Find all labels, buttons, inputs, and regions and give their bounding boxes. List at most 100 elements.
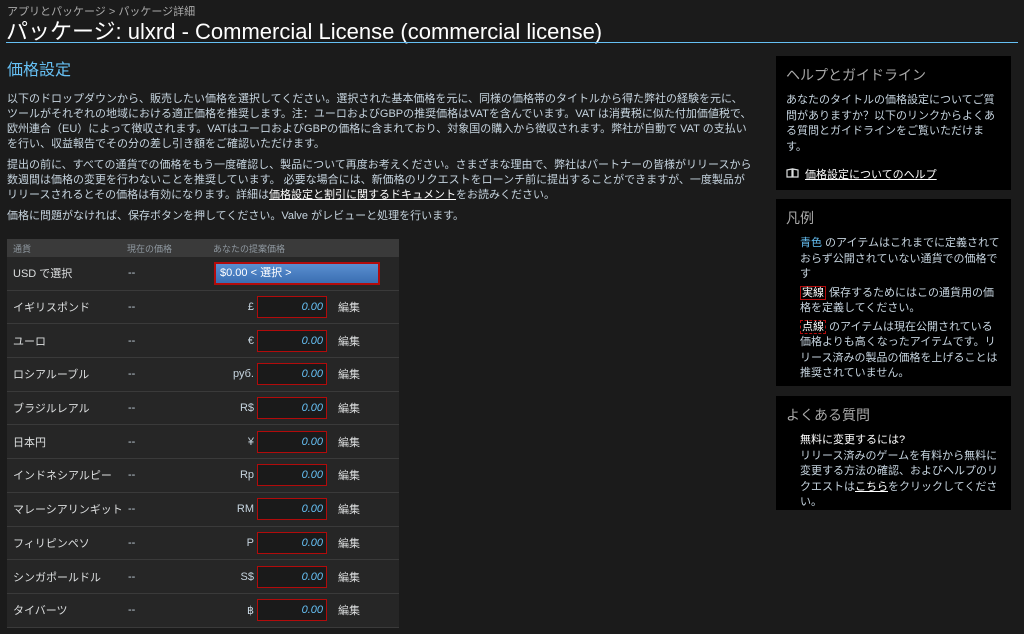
help-box: ヘルプとガイドライン あなたのタイトルの価格設定についてご質問がありますか？以下…: [776, 56, 1011, 190]
currency-symbol: €: [247, 334, 254, 347]
pricing-intro-text: 以下のドロップダウンから、販売したい価格を選択してください。選択された基本価格を…: [7, 93, 752, 150]
pricing-section: 価格設定 以下のドロップダウンから、販売したい価格を選択してください。選択された…: [7, 56, 752, 230]
table-row: イギリスポンド -- £ 編集: [7, 291, 399, 325]
pricing-review-text: 提出の前に、すべての通貨での価格をもう一度確認し、製品について再度お考えください…: [7, 158, 752, 203]
current-price: --: [128, 267, 136, 280]
legend-blue-label: 青色: [800, 237, 822, 249]
legend-solid-text: 保存するためにはこの通貨用の価格を定義してください。: [800, 286, 995, 315]
current-price: --: [128, 536, 136, 549]
proposed-price-input[interactable]: [257, 296, 327, 319]
title-divider: [6, 42, 1018, 43]
edit-link[interactable]: 編集: [338, 501, 360, 517]
currency-name: インドネシアルピー: [13, 470, 112, 483]
proposed-price-input[interactable]: [257, 397, 327, 420]
current-price: --: [128, 402, 136, 415]
legend-item-blue: 青色 のアイテムはこれまでに定義されておらず公開されていない通貨での価格です: [786, 236, 1001, 283]
current-price: --: [128, 503, 136, 516]
faq-question: 無料に変更するには?: [800, 434, 906, 446]
usd-price-select[interactable]: $0.00 < 選択 >: [214, 262, 380, 285]
edit-link[interactable]: 編集: [338, 467, 360, 483]
currency-name: イギリスポンド: [13, 302, 90, 315]
currency-symbol: руб.: [233, 368, 254, 381]
currency-name: フィリピンペソ: [13, 537, 90, 550]
price-table-header: 通貨 現在の価格 あなたの提案価格: [7, 239, 399, 257]
pricing-docs-link[interactable]: 価格設定と割引に関するドキュメント: [269, 189, 456, 201]
legend-blue-text: のアイテムはこれまでに定義されておらず公開されていない通貨での価格です: [800, 237, 1000, 280]
currency-symbol: Rp: [239, 469, 254, 482]
legend-item-dotted: 点線 のアイテムは現在公開されている価格よりも高くなったアイテムです。リリース済…: [786, 319, 1001, 382]
current-price: --: [128, 334, 136, 347]
currency-name: ロシアルーブル: [13, 369, 90, 382]
currency-symbol: ¥: [247, 435, 254, 448]
table-row-usd: USD で選択 -- $0.00 < 選択 >: [7, 257, 399, 291]
current-price: --: [128, 301, 136, 314]
current-price: --: [128, 570, 136, 583]
table-row: マレーシアリンギット -- RM 編集: [7, 493, 399, 527]
proposed-price-input[interactable]: [257, 363, 327, 386]
legend-dotted-label: 点線: [800, 319, 826, 334]
table-row: インドネシアルピー -- Rp 編集: [7, 459, 399, 493]
proposed-price-input[interactable]: [257, 599, 327, 622]
proposed-price-input[interactable]: [257, 464, 327, 487]
pricing-help-link-label: 価格設定についてのヘルプ: [805, 169, 937, 181]
legend-solid-label: 実線: [800, 285, 826, 300]
currency-symbol: ฿: [247, 604, 254, 617]
header-current-price: 現在の価格: [127, 243, 173, 254]
currency-symbol: £: [247, 301, 254, 314]
currency-symbol: RM: [236, 503, 254, 516]
table-row: タイバーツ -- ฿ 編集: [7, 594, 399, 628]
table-row: ブラジルレアル -- R$ 編集: [7, 392, 399, 426]
proposed-price-input[interactable]: [257, 329, 327, 352]
proposed-price-input[interactable]: [257, 498, 327, 521]
help-title: ヘルプとガイドライン: [786, 67, 926, 83]
pricing-save-text: 価格に問題がなければ、保存ボタンを押してください。Valve がレビューと処理を…: [7, 210, 464, 222]
legend-title: 凡例: [786, 210, 814, 226]
edit-link[interactable]: 編集: [338, 535, 360, 551]
current-price: --: [128, 469, 136, 482]
header-currency: 通貨: [13, 243, 32, 254]
legend-dotted-text: のアイテムは現在公開されている価格よりも高くなったアイテムです。リリース済みの製…: [800, 320, 998, 380]
currency-name: タイバーツ: [13, 605, 68, 618]
edit-link[interactable]: 編集: [338, 366, 360, 382]
proposed-price-input[interactable]: [257, 430, 327, 453]
help-text: あなたのタイトルの価格設定についてご質問がありますか？以下のリンクからよくある質…: [786, 94, 995, 153]
currency-name: 日本円: [13, 436, 46, 449]
current-price: --: [128, 368, 136, 381]
table-row: シンガポールドル -- S$ 編集: [7, 560, 399, 594]
edit-link[interactable]: 編集: [338, 569, 360, 585]
legend-item-solid: 実線 保存するためにはこの通貨用の価格を定義してください。: [786, 285, 1001, 317]
price-table: 通貨 現在の価格 あなたの提案価格 USD で選択 -- $0.00 < 選択 …: [7, 239, 399, 628]
edit-link[interactable]: 編集: [338, 299, 360, 315]
currency-name: シンガポールドル: [13, 571, 101, 584]
currency-name: マレーシアリンギット: [13, 504, 123, 517]
table-row: ロシアルーブル -- руб. 編集: [7, 358, 399, 392]
faq-answer: リリース済みのゲームを有料から無料に変更する方法の確認、およびヘルプのリクエスト…: [786, 449, 1001, 511]
table-row: 日本円 -- ¥ 編集: [7, 425, 399, 460]
legend-box: 凡例 青色 のアイテムはこれまでに定義されておらず公開されていない通貨での価格で…: [776, 199, 1011, 386]
currency-name: ユーロ: [13, 335, 46, 348]
pricing-heading: 価格設定: [7, 62, 72, 79]
currency-rows: イギリスポンド--£編集ユーロ--€編集ロシアルーブル--руб.編集ブラジルレ…: [7, 291, 399, 628]
faq-box: よくある質問 無料に変更するには? リリース済みのゲームを有料から無料に変更する…: [776, 396, 1011, 510]
proposed-price-input[interactable]: [257, 531, 327, 554]
currency-symbol: R$: [239, 402, 254, 415]
edit-link[interactable]: 編集: [338, 434, 360, 450]
currency-name: ブラジルレアル: [13, 403, 90, 416]
current-price: --: [128, 435, 136, 448]
currency-symbol: S$: [240, 570, 254, 583]
edit-link[interactable]: 編集: [338, 333, 360, 349]
edit-link[interactable]: 編集: [338, 400, 360, 416]
proposed-price-input[interactable]: [257, 565, 327, 588]
table-row: ユーロ -- € 編集: [7, 324, 399, 359]
book-icon: [786, 167, 799, 181]
pricing-help-link[interactable]: 価格設定についてのヘルプ: [786, 166, 1001, 182]
current-price: --: [128, 604, 136, 617]
header-proposed-price: あなたの提案価格: [213, 243, 286, 254]
currency-name: USD で選択: [13, 268, 73, 281]
faq-here-link[interactable]: こちら: [855, 481, 888, 493]
currency-symbol: P: [246, 536, 254, 549]
edit-link[interactable]: 編集: [338, 602, 360, 618]
pricing-review-text-post: をお読みください。: [456, 189, 556, 201]
table-row: フィリピンペソ -- P 編集: [7, 527, 399, 561]
faq-title: よくある質問: [786, 407, 870, 423]
